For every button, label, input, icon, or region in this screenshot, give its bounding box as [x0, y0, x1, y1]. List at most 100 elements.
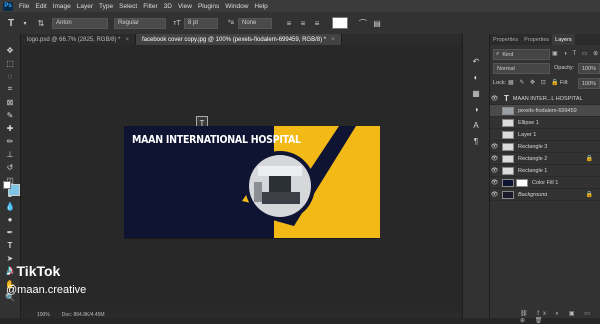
layer-filter-label: Kind [502, 51, 514, 58]
chevron-down-icon[interactable]: ▾ [20, 18, 30, 28]
menu-filter[interactable]: Filter [140, 3, 160, 10]
align-right-icon[interactable]: ≡ [312, 18, 322, 28]
type-tool-icon[interactable]: T [4, 240, 16, 250]
healing-tool-icon[interactable]: ✚ [4, 123, 16, 133]
menu-type[interactable]: Type [96, 3, 116, 10]
layer-row[interactable]: Layer 1 [490, 129, 600, 141]
menu-plugins[interactable]: Plugins [195, 3, 222, 10]
tab-layers[interactable]: Layers [552, 34, 575, 45]
eye-icon[interactable]: 👁 [490, 167, 499, 174]
text-layer-icon: T [504, 94, 509, 103]
menu-file[interactable]: File [16, 3, 32, 10]
blend-mode-select[interactable]: Normal [493, 63, 550, 74]
layer-filter-select[interactable]: ⌕ Kind [493, 49, 550, 60]
tab-label: logo.psd @ 66.7% (2825, RGB/8) * [27, 36, 121, 43]
photo-bed [262, 192, 300, 204]
document-tabs: logo.psd @ 66.7% (2825, RGB/8) * × facebo… [21, 34, 461, 45]
eye-icon[interactable]: 👁 [490, 95, 499, 102]
blur-tool-icon[interactable]: 💧 [4, 201, 16, 211]
layer-thumbnail [502, 142, 514, 151]
antialias-select[interactable]: None [238, 17, 272, 29]
font-size-icon: ᴛT [173, 19, 181, 27]
eye-icon[interactable]: 👁 [490, 191, 499, 198]
menu-layer[interactable]: Layer [74, 3, 96, 10]
tab-facebook-cover[interactable]: facebook cover copy.jpg @ 100% (pexels-f… [136, 34, 342, 45]
close-icon[interactable]: × [331, 37, 335, 43]
layer-row[interactable]: 👁 Rectangle 1 [490, 165, 600, 177]
warp-text-icon[interactable]: ⌒ [358, 18, 368, 28]
menu-3d[interactable]: 3D [161, 3, 175, 10]
layer-thumbnail [502, 106, 514, 115]
photo-monitor [269, 176, 291, 192]
adjustments-icon[interactable]: ◑ [470, 104, 482, 114]
panel-tabs: Properties Properties Layers [490, 34, 600, 45]
photo-wall [258, 166, 302, 176]
document-canvas[interactable]: MAAN INTERNATIONAL HOSPITAL [124, 126, 380, 239]
menu-window[interactable]: Window [222, 3, 251, 10]
tab-properties-2[interactable]: Properties [521, 34, 552, 45]
panel-icon-strip: ↶ ◐ ▦ ◑ A ¶ [462, 34, 489, 318]
eye-icon[interactable]: 👁 [490, 179, 499, 186]
pen-tool-icon[interactable]: ✒ [4, 227, 16, 237]
menu-help[interactable]: Help [251, 3, 270, 10]
text-color-swatch[interactable] [332, 17, 348, 29]
tab-properties[interactable]: Properties [490, 34, 521, 45]
crop-tool-icon[interactable]: ⌗ [4, 84, 16, 94]
layer-row[interactable]: 👁 Color Fill 1 [490, 177, 600, 189]
tiktok-handle: @maan.creative [6, 284, 87, 296]
layers-footer-icons[interactable]: ⛓ fx ◐ ▣ ▭ ⊕ 🗑 [520, 310, 600, 324]
layer-row[interactable]: pexels-fiodalem-699459 [490, 105, 600, 117]
lock-icon: 🔒 [585, 156, 593, 162]
character-panel-icon[interactable]: ▤ [372, 18, 382, 28]
paragraph-icon[interactable]: ¶ [470, 136, 482, 146]
color-icon[interactable]: ◐ [470, 72, 482, 82]
status-bar: 100% Doc: 864.8K/4.45M [21, 311, 461, 318]
tab-label: facebook cover copy.jpg @ 100% (pexels-f… [142, 36, 327, 43]
character-icon[interactable]: A [470, 120, 482, 130]
align-left-icon[interactable]: ≡ [284, 18, 294, 28]
layer-row[interactable]: 👁 Background 🔒 [490, 189, 600, 201]
background-color-swatch[interactable] [3, 181, 11, 189]
type-tool-icon[interactable]: T [6, 18, 16, 29]
lasso-tool-icon[interactable]: ◌ [4, 71, 16, 81]
font-size-select[interactable]: 8 pt [184, 17, 218, 29]
history-brush-icon[interactable]: ↺ [4, 162, 16, 172]
tab-logo[interactable]: logo.psd @ 66.7% (2825, RGB/8) * × [21, 34, 136, 45]
options-bar: T ▾ ⇅ Anton Regular ᴛT 8 pt ªa None ≡ ≡ … [0, 12, 600, 35]
stamp-tool-icon[interactable]: ⊥ [4, 149, 16, 159]
move-tool-icon[interactable]: ✥ [4, 45, 16, 55]
layer-row[interactable]: 👁 Rectangle 2 🔒 [490, 153, 600, 165]
zoom-level[interactable]: 100% [37, 312, 50, 318]
menu-view[interactable]: View [175, 3, 195, 10]
menu-bar: Ps File Edit Image Layer Type Select Fil… [0, 0, 600, 12]
layer-row[interactable]: Ellipse 1 [490, 117, 600, 129]
align-center-icon[interactable]: ≡ [298, 18, 308, 28]
opacity-label: Opacity: [554, 65, 575, 71]
layer-row[interactable]: 👁 Rectangle 3 [490, 141, 600, 153]
layer-row[interactable]: 👁 T MAAN INTER...L HOSPITAL [490, 93, 600, 105]
layers-panel: Properties Properties Layers ⌕ Kind ▣ ◑ … [489, 34, 600, 324]
layer-filter-icons[interactable]: ▣ ◑ T ▭ ⊕ [552, 50, 600, 57]
eye-icon[interactable]: 👁 [490, 143, 499, 150]
blend-mode-value: Normal [497, 65, 515, 72]
text-orientation-icon[interactable]: ⇅ [36, 18, 46, 28]
opacity-field[interactable]: 100% [578, 63, 600, 74]
layer-thumbnail [502, 154, 514, 163]
history-icon[interactable]: ↶ [470, 56, 482, 66]
font-family-select[interactable]: Anton [52, 17, 108, 29]
font-style-select[interactable]: Regular [114, 17, 166, 29]
close-icon[interactable]: × [125, 37, 129, 43]
dodge-tool-icon[interactable]: ● [4, 214, 16, 224]
marquee-tool-icon[interactable]: ⬚ [4, 58, 16, 68]
lock-icons[interactable]: ▦ ✎ ✥ ⊡ 🔒 [508, 79, 561, 86]
frame-tool-icon[interactable]: ⊠ [4, 97, 16, 107]
menu-edit[interactable]: Edit [32, 3, 49, 10]
menu-select[interactable]: Select [116, 3, 140, 10]
eye-icon[interactable]: 👁 [490, 155, 499, 162]
fill-field[interactable]: 100% [578, 78, 600, 89]
eyedropper-tool-icon[interactable]: ✎ [4, 110, 16, 120]
menu-image[interactable]: Image [50, 3, 74, 10]
brush-tool-icon[interactable]: ✏ [4, 136, 16, 146]
swatches-icon[interactable]: ▦ [470, 88, 482, 98]
hospital-title[interactable]: MAAN INTERNATIONAL HOSPITAL [132, 134, 301, 146]
